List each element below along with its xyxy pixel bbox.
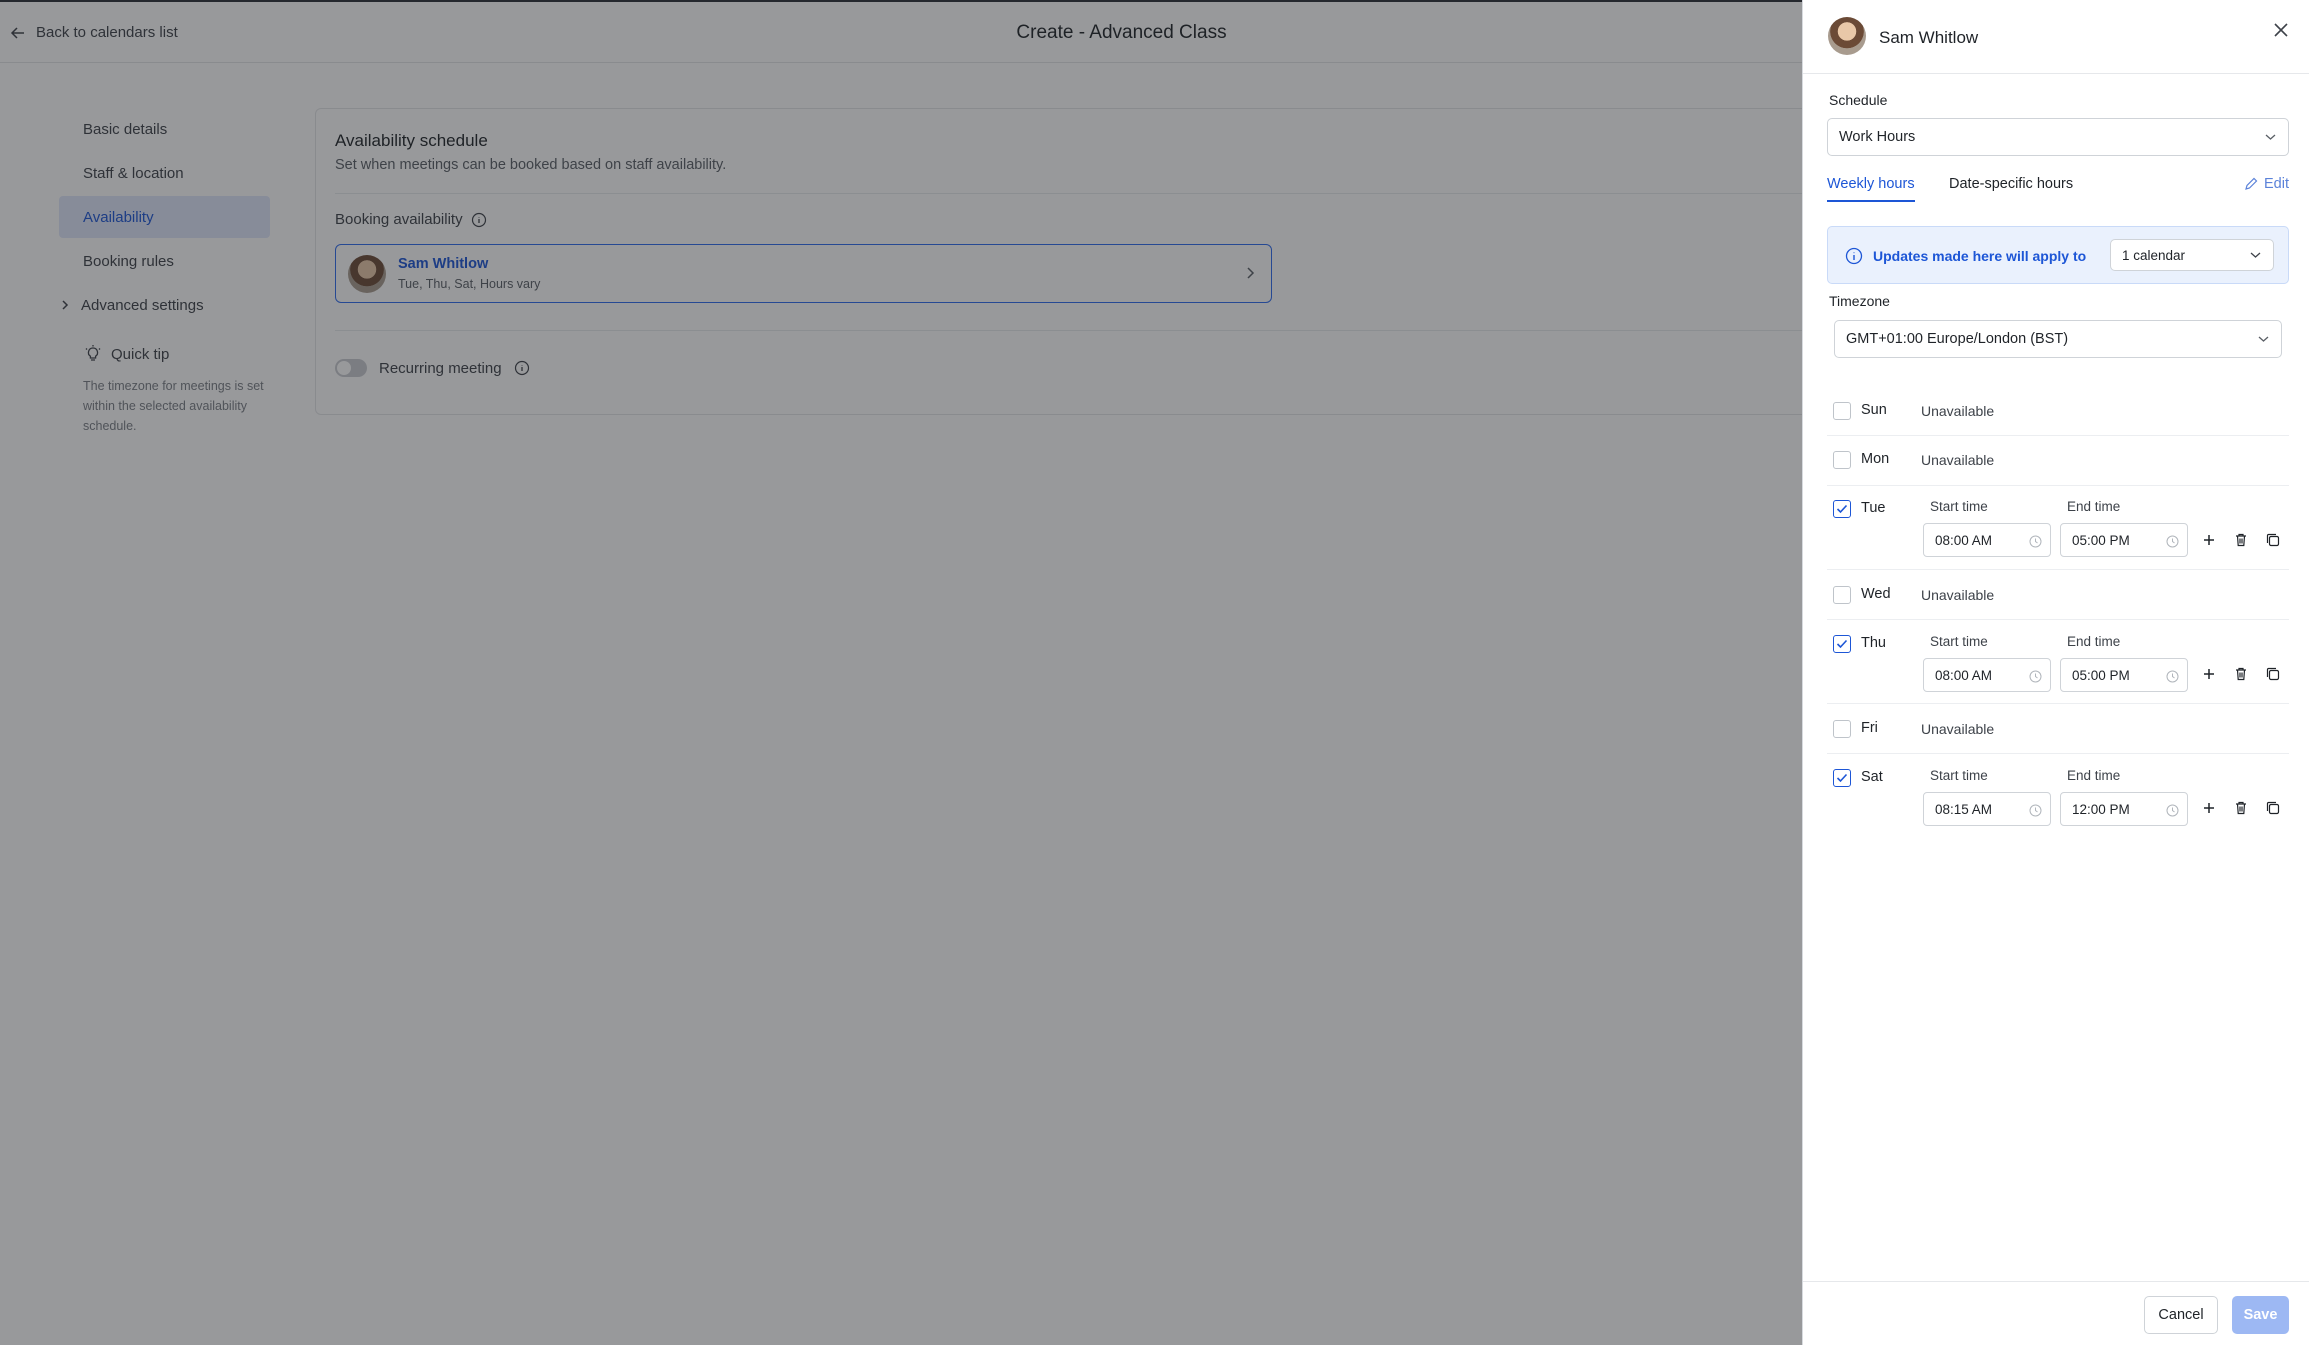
day-label: Wed xyxy=(1861,586,1891,602)
plus-icon[interactable] xyxy=(2201,666,2217,682)
check-icon xyxy=(1836,504,1848,514)
day-row-mon: Mon Unavailable xyxy=(1827,436,2289,486)
apply-notice: Updates made here will apply to 1 calend… xyxy=(1827,226,2289,284)
pencil-icon xyxy=(2245,177,2258,190)
day-checkbox-fri[interactable] xyxy=(1833,720,1851,738)
unavailable-label: Unavailable xyxy=(1921,403,1995,419)
drawer-header: Sam Whitlow xyxy=(1803,0,2309,74)
end-time-input[interactable]: 05:00 PM xyxy=(2060,523,2188,557)
start-time-input[interactable]: 08:00 AM xyxy=(1923,658,2051,692)
end-time-label: End time xyxy=(2067,768,2121,783)
day-row-tue: Tue Start time End time 08:00 AM 05:00 P… xyxy=(1827,486,2289,570)
day-label: Tue xyxy=(1861,500,1886,516)
day-label: Sat xyxy=(1861,769,1883,785)
start-time-label: Start time xyxy=(1930,768,1988,783)
start-time-label: Start time xyxy=(1930,499,1988,514)
unavailable-label: Unavailable xyxy=(1921,587,1995,603)
copy-icon[interactable] xyxy=(2265,532,2281,548)
start-time-input[interactable]: 08:15 AM xyxy=(1923,792,2051,826)
clock-icon xyxy=(2029,670,2042,683)
check-icon xyxy=(1836,773,1848,783)
start-time-value: 08:15 AM xyxy=(1935,801,1993,817)
end-time-value: 12:00 PM xyxy=(2072,801,2130,817)
start-time-value: 08:00 AM xyxy=(1935,667,1993,683)
day-checkbox-mon[interactable] xyxy=(1833,451,1851,469)
day-row-wed: Wed Unavailable xyxy=(1827,570,2289,620)
end-time-input[interactable]: 12:00 PM xyxy=(2060,792,2188,826)
schedule-label: Schedule xyxy=(1829,92,1888,108)
plus-icon[interactable] xyxy=(2201,532,2217,548)
day-checkbox-sat[interactable] xyxy=(1833,769,1851,787)
day-checkbox-thu[interactable] xyxy=(1833,635,1851,653)
clock-icon xyxy=(2166,804,2179,817)
timezone-value: GMT+01:00 Europe/London (BST) xyxy=(1846,331,2069,347)
start-time-value: 08:00 AM xyxy=(1935,532,1993,548)
clock-icon xyxy=(2029,535,2042,548)
schedule-drawer: Sam Whitlow Schedule Work Hours Weekly h… xyxy=(1802,0,2309,1345)
end-time-label: End time xyxy=(2067,634,2121,649)
apply-notice-text: Updates made here will apply to xyxy=(1873,248,2087,264)
schedule-select[interactable]: Work Hours xyxy=(1827,118,2289,156)
end-time-input[interactable]: 05:00 PM xyxy=(2060,658,2188,692)
clock-icon xyxy=(2166,535,2179,548)
modal-backdrop[interactable] xyxy=(0,0,1802,1345)
chevron-down-icon xyxy=(2265,134,2276,140)
clock-icon xyxy=(2166,670,2179,683)
schedule-value: Work Hours xyxy=(1839,129,1916,145)
save-button[interactable]: Save xyxy=(2232,1296,2289,1334)
chevron-down-icon xyxy=(2250,252,2261,258)
copy-icon[interactable] xyxy=(2265,666,2281,682)
cancel-button[interactable]: Cancel xyxy=(2144,1296,2218,1334)
avatar xyxy=(1828,17,1866,55)
drawer-footer: Cancel Save xyxy=(1803,1281,2309,1345)
day-label: Fri xyxy=(1861,720,1878,736)
edit-button[interactable]: Edit xyxy=(2244,176,2289,192)
day-row-sat: Sat Start time End time 08:15 AM 12:00 P… xyxy=(1827,754,2289,838)
day-label: Sun xyxy=(1861,402,1887,418)
close-icon[interactable] xyxy=(2273,22,2289,38)
check-icon xyxy=(1836,639,1848,649)
day-label: Thu xyxy=(1861,635,1886,651)
clock-icon xyxy=(2029,804,2042,817)
day-label: Mon xyxy=(1861,451,1890,467)
day-row-sun: Sun Unavailable xyxy=(1827,386,2289,436)
tab-date-specific-hours[interactable]: Date-specific hours xyxy=(1949,176,2073,192)
info-icon xyxy=(1845,247,1863,265)
timezone-select[interactable]: GMT+01:00 Europe/London (BST) xyxy=(1834,320,2282,358)
calendar-count-select[interactable]: 1 calendar xyxy=(2110,239,2274,271)
day-checkbox-wed[interactable] xyxy=(1833,586,1851,604)
day-row-thu: Thu Start time End time 08:00 AM 05:00 P… xyxy=(1827,620,2289,704)
drawer-staff-name: Sam Whitlow xyxy=(1879,28,1979,47)
copy-icon[interactable] xyxy=(2265,800,2281,816)
end-time-label: End time xyxy=(2067,499,2121,514)
day-checkbox-tue[interactable] xyxy=(1833,500,1851,518)
end-time-value: 05:00 PM xyxy=(2072,532,2130,548)
chevron-down-icon xyxy=(2258,336,2269,342)
day-row-fri: Fri Unavailable xyxy=(1827,704,2289,754)
schedule-tabs: Weekly hours Date-specific hours Edit xyxy=(1827,176,2289,206)
calendar-count-value: 1 calendar xyxy=(2122,247,2186,263)
day-checkbox-sun[interactable] xyxy=(1833,402,1851,420)
start-time-label: Start time xyxy=(1930,634,1988,649)
trash-icon[interactable] xyxy=(2233,666,2249,682)
edit-label: Edit xyxy=(2264,176,2289,192)
end-time-value: 05:00 PM xyxy=(2072,667,2130,683)
trash-icon[interactable] xyxy=(2233,532,2249,548)
trash-icon[interactable] xyxy=(2233,800,2249,816)
timezone-label: Timezone xyxy=(1829,293,1890,309)
plus-icon[interactable] xyxy=(2201,800,2217,816)
tab-weekly-hours[interactable]: Weekly hours xyxy=(1827,176,1915,202)
unavailable-label: Unavailable xyxy=(1921,721,1995,737)
unavailable-label: Unavailable xyxy=(1921,452,1995,468)
start-time-input[interactable]: 08:00 AM xyxy=(1923,523,2051,557)
